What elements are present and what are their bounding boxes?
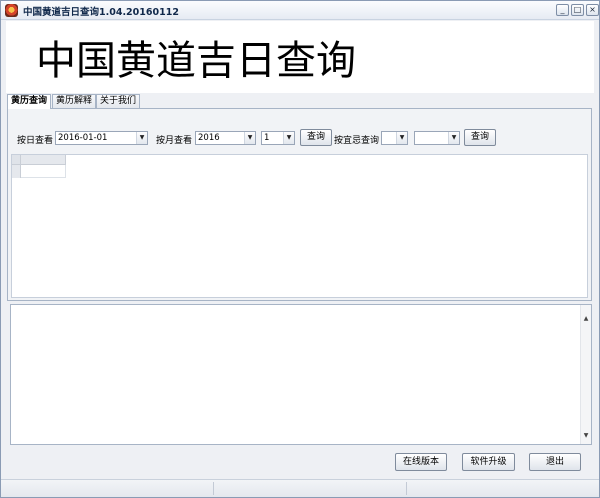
yiji-select-2[interactable]: ▼ [414,131,460,145]
by-yiji-label: 按宜忌查询 [334,136,380,146]
bottom-button-bar: 在线版本 软件升级 退出 [1,447,599,479]
by-day-label: 按日查看 [17,136,54,146]
close-button[interactable]: × [586,4,599,16]
chevron-down-icon[interactable]: ▼ [448,132,459,144]
date-picker[interactable]: 2016-01-01 ▼ [55,131,148,145]
scroll-down-icon[interactable]: ▼ [581,431,591,441]
tab-about-us[interactable]: 关于我们 [96,94,141,108]
tab-almanac-explanation[interactable]: 黄历解释 [52,94,97,108]
main-window: 中国黄道吉日查询1.04.20160112 _ □ × 中国黄道吉日查询 黄历查… [0,0,600,498]
yiji-select-1[interactable]: ▼ [381,131,408,145]
date-value: 2016-01-01 [58,133,108,143]
app-logo-icon [5,4,18,17]
chevron-down-icon[interactable]: ▼ [396,132,407,144]
status-separator [406,482,407,495]
result-grid[interactable] [11,154,588,298]
minimize-button[interactable]: _ [556,4,569,16]
grid-column-header[interactable] [21,155,66,165]
banner-title: 中国黄道吉日查询 [36,38,356,84]
grid-cell[interactable] [21,165,66,178]
chevron-down-icon[interactable]: ▼ [283,132,294,144]
exit-button[interactable]: 退出 [529,453,581,471]
detail-textarea[interactable]: ▲ ▼ [10,304,592,445]
vertical-scrollbar[interactable]: ▲ ▼ [580,305,591,444]
month-select[interactable]: 1 ▼ [261,131,295,145]
year-value: 2016 [198,133,220,143]
title-bar[interactable]: 中国黄道吉日查询1.04.20160112 _ □ × [1,1,599,20]
upgrade-button[interactable]: 软件升级 [462,453,515,471]
maximize-button[interactable]: □ [571,4,584,16]
year-select[interactable]: 2016 ▼ [195,131,256,145]
scroll-up-icon[interactable]: ▲ [581,314,591,324]
query-month-button[interactable]: 查询 [300,129,332,146]
online-version-button[interactable]: 在线版本 [395,453,447,471]
chevron-down-icon[interactable]: ▼ [244,132,255,144]
query-yiji-button[interactable]: 查询 [464,129,496,146]
by-month-label: 按月查看 [156,136,193,146]
query-toolbar: 按日查看 2016-01-01 ▼ 按月查看 2016 ▼ 1 ▼ 查询 按宜忌… [8,109,591,155]
status-separator [213,482,214,495]
status-bar [1,479,599,497]
month-value: 1 [264,133,270,143]
window-title: 中国黄道吉日查询1.04.20160112 [23,7,179,18]
tab-almanac-query[interactable]: 黄历查询 [7,94,52,109]
chevron-down-icon[interactable]: ▼ [136,132,147,144]
grid-corner-cell[interactable] [12,155,21,165]
tab-panel-almanac-query: 按日查看 2016-01-01 ▼ 按月查看 2016 ▼ 1 ▼ 查询 按宜忌… [7,108,592,301]
grid-row-header[interactable] [12,165,21,178]
